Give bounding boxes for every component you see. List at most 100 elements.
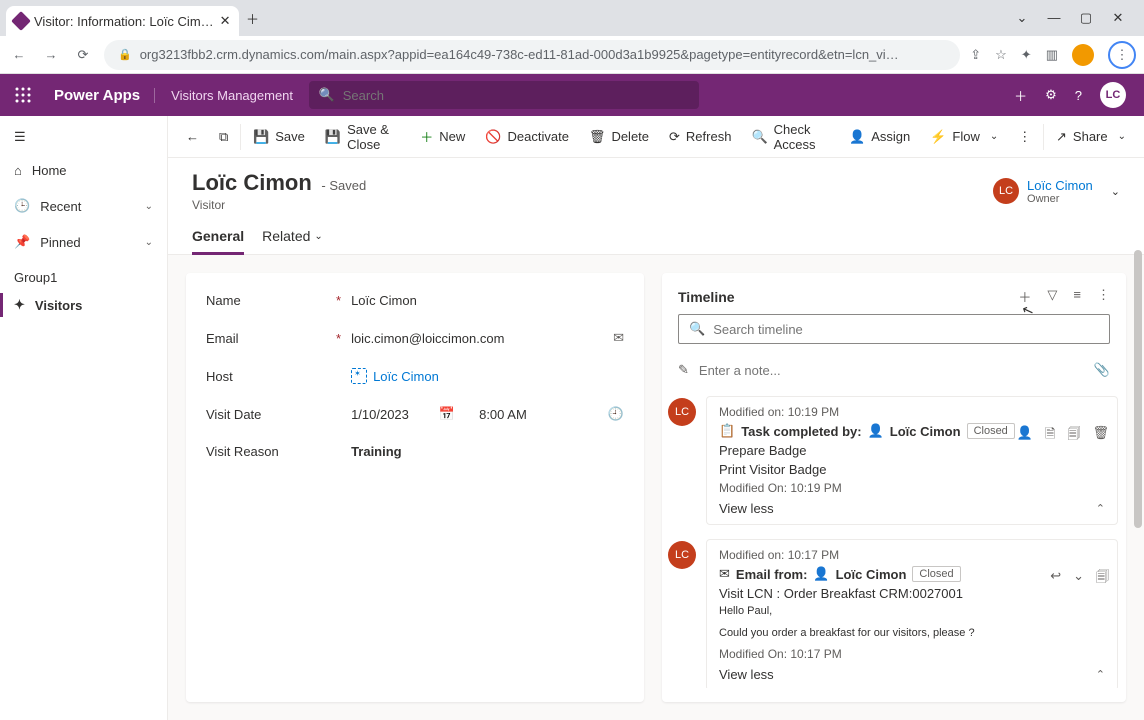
field-label-date: Visit Date — [206, 407, 336, 422]
owner-name: Loïc Cimon — [1027, 178, 1093, 193]
timeline-search[interactable]: 🔍 — [678, 314, 1110, 344]
sidebar-item-visitors[interactable]: ✦Visitors — [0, 287, 167, 323]
cmd-label: Save & Close — [347, 122, 400, 152]
assign-button[interactable]: 👤Assign — [839, 120, 920, 154]
copy-action-icon[interactable]: 🗐 — [1067, 425, 1080, 447]
window-minimize-icon[interactable]: — — [1046, 10, 1062, 26]
record-owner[interactable]: LC Loïc Cimon Owner ⌄ — [993, 170, 1120, 212]
activity-type: Email from: — [736, 567, 808, 582]
window-restore-icon[interactable]: ▢ — [1078, 10, 1094, 26]
timeline-title: Timeline — [678, 289, 735, 305]
gear-icon[interactable]: ⚙ — [1045, 87, 1057, 103]
timeline-card: Timeline ＋ ▽ ≡ ⋮ 🔍 ✎ — [662, 273, 1126, 702]
sidepanel-icon[interactable]: ▥ — [1046, 47, 1058, 63]
help-icon[interactable]: ? — [1075, 88, 1082, 103]
scroll-thumb[interactable] — [1134, 250, 1142, 528]
bookmark-icon[interactable]: ☆ — [995, 47, 1007, 63]
lookup-icon — [351, 368, 367, 384]
plus-icon: ＋ — [420, 127, 433, 146]
flow-button[interactable]: ⚡Flow⌄ — [920, 120, 1008, 154]
sidebar-item-pinned[interactable]: 📌Pinned⌄ — [0, 224, 167, 260]
forward-button[interactable]: → — [40, 44, 62, 66]
browser-tab-strip: Visitor: Information: Loïc Cim… ✕ ＋ ⌄ — … — [0, 0, 1144, 36]
sort-icon[interactable]: ≡ — [1073, 287, 1081, 306]
sidebar-item-recent[interactable]: 🕒Recent⌄ — [0, 188, 167, 224]
reload-button[interactable]: ⟳ — [72, 44, 94, 66]
field-value-reason[interactable]: Training — [351, 444, 402, 459]
search-input[interactable] — [343, 88, 689, 103]
open-action-icon[interactable]: 🗐 — [1096, 568, 1109, 590]
more-icon[interactable]: ⋮ — [1097, 287, 1110, 306]
new-button[interactable]: ＋New — [410, 120, 475, 154]
main-area: ← ⧉ 💾Save 💾Save & Close ＋New 🚫Deactivate… — [168, 116, 1144, 720]
clock-icon[interactable]: 🕘 — [608, 406, 624, 422]
sidebar-item-home[interactable]: ⌂Home — [0, 152, 167, 188]
extensions-icon[interactable]: ✦ — [1021, 47, 1032, 63]
deactivate-button[interactable]: 🚫Deactivate — [475, 120, 579, 154]
timeline-note-input[interactable] — [699, 363, 1084, 378]
collapse-icon[interactable]: ⌃ — [1096, 502, 1105, 515]
overflow-button[interactable]: ⋮ — [1008, 120, 1041, 154]
chevron-down-icon[interactable]: ⌄ — [1111, 185, 1120, 198]
refresh-button[interactable]: ⟳Refresh — [659, 120, 741, 154]
app-area[interactable]: Visitors Management — [154, 88, 293, 103]
owner-avatar: LC — [993, 178, 1019, 204]
view-less-link[interactable]: View less — [719, 501, 774, 516]
attachment-icon[interactable]: 📎 — [1094, 362, 1110, 378]
calendar-icon[interactable]: 📅 — [439, 406, 455, 422]
close-tab-icon[interactable]: ✕ — [220, 13, 231, 29]
new-tab-button[interactable]: ＋ — [239, 4, 267, 32]
back-record-button[interactable]: ← — [176, 120, 209, 154]
global-search[interactable]: 🔍 — [309, 81, 699, 109]
user-avatar[interactable]: LC — [1100, 82, 1126, 108]
save-close-button[interactable]: 💾Save & Close — [315, 120, 410, 154]
field-value-date[interactable]: 1/10/2023 — [351, 407, 409, 422]
app-header: Power Apps Visitors Management 🔍 ＋ ⚙ ? L… — [0, 74, 1144, 116]
field-value-email[interactable]: loic.cimon@loiccimon.com — [351, 331, 504, 346]
timeline-search-input[interactable] — [713, 322, 1099, 337]
add-icon[interactable]: ＋ — [1014, 86, 1027, 105]
tab-general[interactable]: General — [192, 222, 244, 254]
sidebar-toggle[interactable]: ☰ — [0, 122, 167, 152]
field-value-host[interactable]: Loïc Cimon — [351, 368, 439, 384]
share-icon: ↗ — [1056, 129, 1067, 145]
lock-icon: 🔒 — [118, 48, 132, 61]
field-value-time[interactable]: 8:00 AM — [479, 407, 527, 422]
timeline-note-row[interactable]: ✎ 📎 — [678, 354, 1110, 386]
collapse-icon[interactable]: ⌃ — [1096, 668, 1105, 681]
open-new-window-button[interactable]: ⧉ — [209, 120, 238, 154]
owner-label: Owner — [1027, 193, 1093, 205]
email-action-icon[interactable]: ✉ — [613, 330, 624, 346]
delete-action-icon[interactable]: 🗑 — [1092, 425, 1109, 447]
scrollbar[interactable] — [1134, 250, 1142, 714]
open-action-icon[interactable]: 🗎 — [1045, 425, 1055, 447]
filter-icon[interactable]: ▽ — [1047, 287, 1057, 306]
browser-tab[interactable]: Visitor: Information: Loïc Cim… ✕ — [6, 6, 239, 36]
window-close-icon[interactable]: ✕ — [1110, 10, 1126, 26]
chevron-down-icon[interactable]: ⌄ — [1014, 10, 1030, 26]
check-access-icon: 🔍 — [751, 129, 767, 145]
add-icon[interactable]: ＋ — [1018, 287, 1031, 306]
back-button[interactable]: ← — [8, 44, 30, 66]
assign-action-icon[interactable]: 👤 — [1017, 425, 1033, 447]
url-box[interactable]: 🔒 org3213fbb2.crm.dynamics.com/main.aspx… — [104, 40, 960, 70]
tab-related[interactable]: Related⌄ — [262, 222, 323, 254]
profile-avatar[interactable] — [1072, 44, 1094, 66]
required-indicator: * — [336, 331, 341, 346]
field-value-name[interactable]: Loïc Cimon — [351, 293, 417, 308]
expand-action-icon[interactable]: ⌄ — [1073, 568, 1084, 590]
search-icon: 🔍 — [319, 87, 335, 103]
check-access-button[interactable]: 🔍Check Access — [741, 120, 839, 154]
cmd-label: Flow — [952, 129, 979, 144]
reply-action-icon[interactable]: ↩ — [1050, 568, 1061, 590]
tab-label: Related — [262, 228, 310, 244]
share-button[interactable]: ↗Share⌄ — [1046, 120, 1136, 154]
share-icon[interactable]: ⇪ — [970, 47, 981, 63]
chrome-menu-button[interactable]: ⋮ — [1108, 41, 1136, 69]
save-button[interactable]: 💾Save — [243, 120, 315, 154]
app-launcher-icon[interactable] — [6, 78, 40, 112]
timeline-list: LC Modified on: 10:19 PM 📋 Task complete… — [662, 390, 1126, 688]
delete-button[interactable]: 🗑Delete — [579, 120, 659, 154]
view-less-link[interactable]: View less — [719, 667, 774, 682]
timeline-modified: Modified on: 10:17 PM — [719, 548, 1105, 562]
